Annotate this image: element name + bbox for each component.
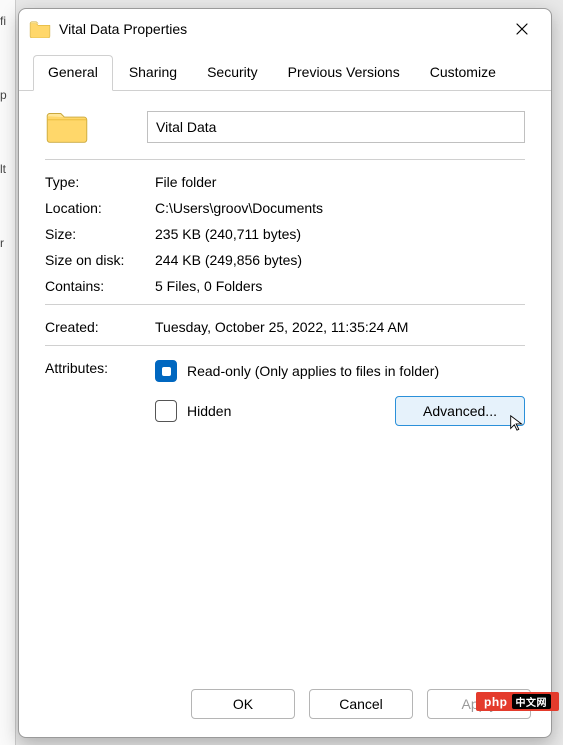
- tab-customize[interactable]: Customize: [416, 56, 510, 90]
- cursor-icon: [508, 414, 526, 437]
- value-location: C:\Users\groov\Documents: [155, 200, 525, 216]
- separator: [45, 345, 525, 346]
- tab-label: General: [48, 64, 98, 80]
- label-contains: Contains:: [45, 278, 155, 294]
- tab-label: Security: [207, 64, 258, 80]
- titlebar: Vital Data Properties: [19, 9, 551, 49]
- tab-label: Previous Versions: [288, 64, 400, 80]
- value-type: File folder: [155, 174, 525, 190]
- advanced-button[interactable]: Advanced...: [395, 396, 525, 426]
- watermark-badge: php 中文网: [476, 692, 559, 711]
- tab-general[interactable]: General: [33, 55, 113, 91]
- separator: [45, 159, 525, 160]
- label-type: Type:: [45, 174, 155, 190]
- cancel-button[interactable]: Cancel: [309, 689, 413, 719]
- hidden-label: Hidden: [187, 403, 231, 419]
- label-size-on-disk: Size on disk:: [45, 252, 155, 268]
- properties-dialog: Vital Data Properties General Sharing Se…: [18, 8, 552, 738]
- window-title: Vital Data Properties: [59, 21, 499, 37]
- tab-panel-general: Type: File folder Location: C:\Users\gro…: [19, 91, 551, 675]
- label-size: Size:: [45, 226, 155, 242]
- label-attributes: Attributes:: [45, 360, 155, 376]
- tab-previous-versions[interactable]: Previous Versions: [274, 56, 414, 90]
- tab-security[interactable]: Security: [193, 56, 272, 90]
- label-created: Created:: [45, 319, 155, 335]
- background-window-edge: fi p lt r: [0, 0, 16, 745]
- folder-name-input[interactable]: [147, 111, 525, 143]
- cancel-label: Cancel: [339, 696, 383, 712]
- tab-label: Sharing: [129, 64, 177, 80]
- tab-label: Customize: [430, 64, 496, 80]
- value-contains: 5 Files, 0 Folders: [155, 278, 525, 294]
- tab-strip: General Sharing Security Previous Versio…: [19, 55, 551, 91]
- label-location: Location:: [45, 200, 155, 216]
- folder-icon: [29, 20, 51, 38]
- tab-sharing[interactable]: Sharing: [115, 56, 191, 90]
- readonly-label: Read-only (Only applies to files in fold…: [187, 363, 439, 379]
- hidden-checkbox[interactable]: [155, 400, 177, 422]
- close-icon: [516, 23, 528, 35]
- readonly-checkbox[interactable]: [155, 360, 177, 382]
- separator: [45, 304, 525, 305]
- folder-large-icon: [45, 109, 89, 145]
- value-size-on-disk: 244 KB (249,856 bytes): [155, 252, 525, 268]
- watermark-suffix: 中文网: [512, 694, 552, 709]
- value-created: Tuesday, October 25, 2022, 11:35:24 AM: [155, 319, 525, 335]
- value-size: 235 KB (240,711 bytes): [155, 226, 525, 242]
- ok-label: OK: [233, 696, 253, 712]
- advanced-label: Advanced...: [423, 403, 497, 419]
- ok-button[interactable]: OK: [191, 689, 295, 719]
- close-button[interactable]: [499, 13, 545, 45]
- watermark-brand: php: [484, 695, 508, 709]
- dialog-button-bar: OK Cancel Apply: [19, 675, 551, 737]
